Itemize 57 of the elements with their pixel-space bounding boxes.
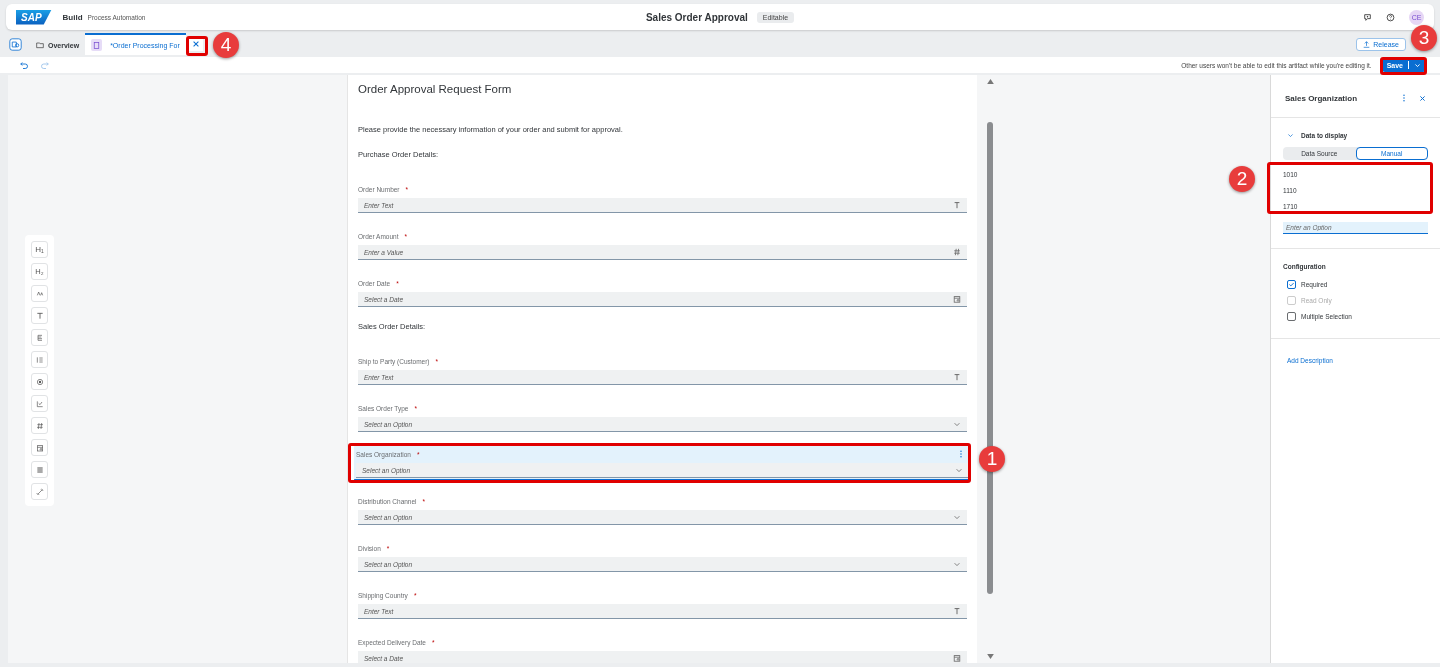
palette-button[interactable] bbox=[31, 351, 48, 368]
calendar-icon bbox=[35, 443, 44, 452]
highlight-frame bbox=[1380, 57, 1427, 75]
scroll-down-icon[interactable] bbox=[986, 654, 994, 659]
text-icon bbox=[35, 311, 44, 320]
form-icon bbox=[91, 39, 103, 51]
highlight-frame bbox=[186, 36, 208, 56]
table-icon bbox=[35, 465, 44, 474]
palette-button[interactable] bbox=[31, 439, 48, 456]
form-title: Order Approval Request Form bbox=[358, 83, 513, 95]
folder-icon bbox=[36, 41, 44, 49]
checkbox[interactable] bbox=[1287, 311, 1296, 321]
product-name: Build bbox=[62, 12, 83, 22]
palette-button[interactable] bbox=[31, 395, 48, 412]
checkbox-icon bbox=[35, 399, 44, 408]
paragraph-icon bbox=[35, 333, 44, 342]
step-marker: 3 bbox=[1411, 25, 1437, 51]
chevron-down-icon[interactable] bbox=[1287, 132, 1294, 139]
text-style-icon bbox=[35, 289, 44, 298]
chevron-down-icon bbox=[1414, 61, 1421, 69]
palette-button[interactable] bbox=[31, 307, 48, 324]
feedback-icon[interactable] bbox=[1363, 12, 1372, 22]
chevron-down-icon bbox=[953, 513, 961, 521]
more-icon[interactable] bbox=[959, 450, 963, 458]
link-icon bbox=[35, 487, 44, 496]
project-title: Sales Order Approval bbox=[645, 11, 748, 23]
calendar-icon bbox=[953, 295, 961, 303]
panel-title: Sales Organization bbox=[1285, 93, 1359, 103]
sidebar-toggle-icon[interactable] bbox=[9, 37, 22, 51]
palette-button[interactable] bbox=[31, 483, 48, 500]
redo-icon[interactable] bbox=[40, 60, 49, 70]
text-type-icon bbox=[953, 201, 961, 209]
radio-button-icon bbox=[35, 377, 44, 386]
palette-button[interactable] bbox=[31, 285, 48, 302]
step-marker: 4 bbox=[213, 32, 239, 58]
palette-button[interactable] bbox=[31, 329, 48, 346]
upload-icon bbox=[1363, 40, 1371, 48]
sap-logo[interactable]: SAP bbox=[16, 9, 52, 25]
chevron-down-icon bbox=[953, 420, 961, 428]
palette-button[interactable] bbox=[31, 417, 48, 434]
palette-button[interactable]: H₁ bbox=[31, 241, 48, 258]
calendar-icon bbox=[953, 654, 961, 662]
more-icon[interactable] bbox=[1402, 94, 1406, 102]
palette-button[interactable] bbox=[31, 461, 48, 478]
text-type-icon bbox=[953, 373, 961, 381]
text-type-icon bbox=[953, 607, 961, 615]
help-icon[interactable] bbox=[1386, 12, 1395, 22]
palette-button[interactable] bbox=[31, 373, 48, 390]
checkbox[interactable] bbox=[1287, 279, 1296, 289]
number-sign-icon bbox=[35, 421, 44, 430]
scroll-up-icon[interactable] bbox=[986, 79, 994, 84]
chevron-down-icon bbox=[953, 560, 961, 568]
close-icon[interactable] bbox=[1419, 94, 1426, 102]
list-icon bbox=[35, 355, 44, 364]
number-sign-icon bbox=[953, 248, 961, 256]
chevron-down-icon bbox=[955, 466, 963, 474]
undo-icon[interactable] bbox=[20, 60, 29, 70]
